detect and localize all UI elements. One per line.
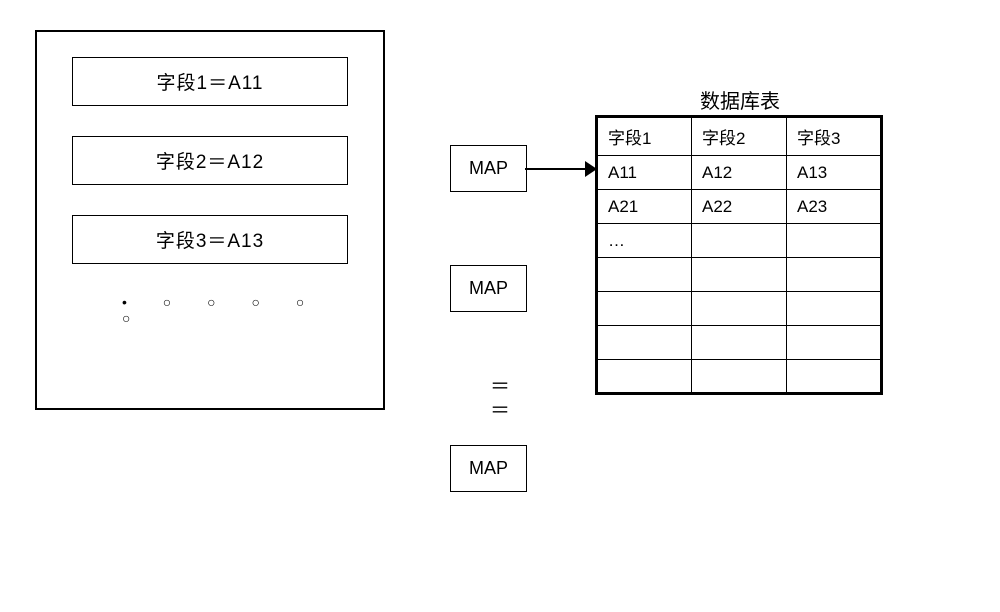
table-row: A21 A22 A23 xyxy=(597,190,882,224)
table-cell: A12 xyxy=(692,156,787,190)
table-cell: A13 xyxy=(787,156,882,190)
table-row xyxy=(597,292,882,326)
table-cell xyxy=(787,224,882,258)
left-field-panel: 字段1＝A11 字段2＝A12 字段3＝A13 • ○ ○ ○ ○ ○ xyxy=(35,30,385,410)
table-cell: A21 xyxy=(597,190,692,224)
table-cell: … xyxy=(597,224,692,258)
arrow-line xyxy=(525,168,587,170)
table-cell xyxy=(787,326,882,360)
table-header-cell: 字段1 xyxy=(597,117,692,156)
table-cell xyxy=(597,292,692,326)
map-box-1: MAP xyxy=(450,145,527,192)
field-box-2: 字段2＝A12 xyxy=(72,136,348,185)
table-cell xyxy=(597,258,692,292)
table-cell: A11 xyxy=(597,156,692,190)
map-box-2: MAP xyxy=(450,265,527,312)
table-row xyxy=(597,360,882,394)
table-cell xyxy=(692,326,787,360)
table-cell xyxy=(597,326,692,360)
table-cell xyxy=(787,258,882,292)
table-row xyxy=(597,258,882,292)
table-row xyxy=(597,326,882,360)
table-cell xyxy=(787,360,882,394)
table-cell xyxy=(692,292,787,326)
table-header-row: 字段1 字段2 字段3 xyxy=(597,117,882,156)
table-header-cell: 字段2 xyxy=(692,117,787,156)
field-box-1: 字段1＝A11 xyxy=(72,57,348,106)
table-header-cell: 字段3 xyxy=(787,117,882,156)
table-cell xyxy=(692,360,787,394)
table-cell xyxy=(597,360,692,394)
table-cell xyxy=(787,292,882,326)
table-cell: A23 xyxy=(787,190,882,224)
ellipsis-dots: • ○ ○ ○ ○ ○ xyxy=(72,294,348,326)
table-row: … xyxy=(597,224,882,258)
map-box-3: MAP xyxy=(450,445,527,492)
table-cell: A22 xyxy=(692,190,787,224)
field-box-3: 字段3＝A13 xyxy=(72,215,348,264)
equals-ellipsis: ＝ ＝ xyxy=(490,375,511,423)
equals-line-2: ＝ xyxy=(490,399,511,423)
table-title: 数据库表 xyxy=(700,85,780,114)
table-cell xyxy=(692,224,787,258)
table-row: A11 A12 A13 xyxy=(597,156,882,190)
table-cell xyxy=(692,258,787,292)
equals-line-1: ＝ xyxy=(490,375,511,399)
database-table: 字段1 字段2 字段3 A11 A12 A13 A21 A22 A23 … xyxy=(595,115,883,395)
